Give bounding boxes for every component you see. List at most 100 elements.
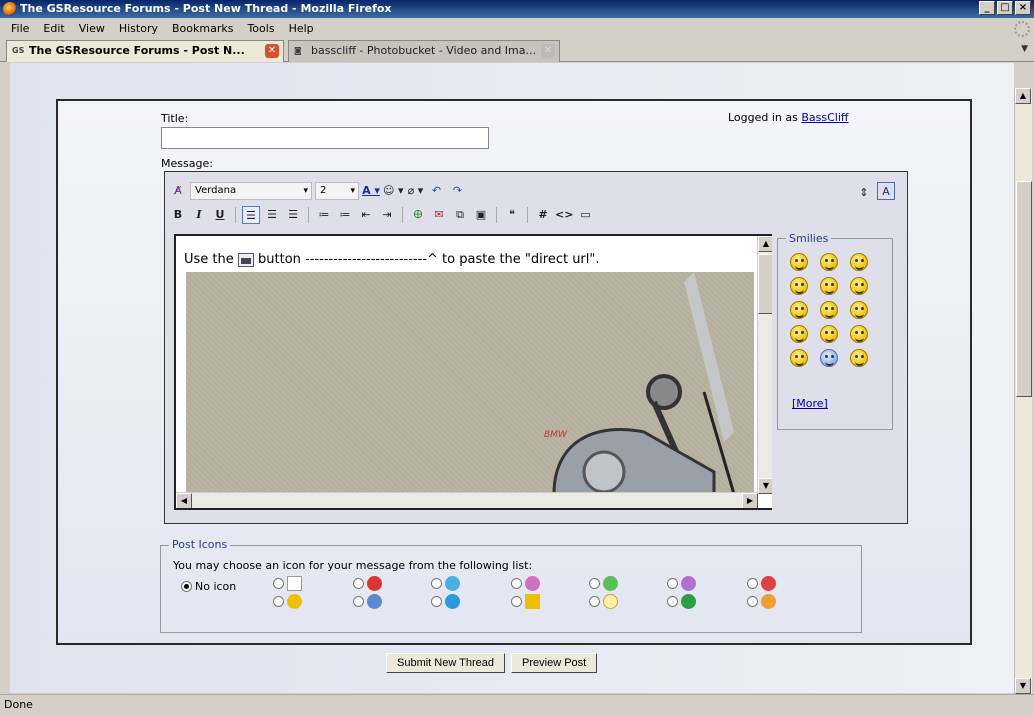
align-right-icon[interactable]: ☰ bbox=[284, 206, 302, 224]
smilies-grid bbox=[790, 253, 880, 367]
document-icon bbox=[287, 576, 302, 591]
scroll-thumb[interactable] bbox=[758, 254, 772, 314]
confused-icon[interactable] bbox=[820, 253, 838, 271]
tab-close-icon[interactable]: ✕ bbox=[265, 44, 279, 58]
insert-link-icon[interactable]: 🜨 bbox=[409, 206, 427, 224]
redo-icon[interactable]: ↷ bbox=[449, 182, 467, 200]
tab-photobucket[interactable]: ◙ basscliff - Photobucket - Video and Im… bbox=[288, 40, 560, 62]
smile-icon[interactable] bbox=[790, 253, 808, 271]
resize-arrows-icon[interactable]: ⇕ bbox=[855, 184, 873, 202]
tab-gsresource[interactable]: GS The GSResource Forums - Post N... ✕ bbox=[6, 40, 284, 62]
editor-horizontal-scrollbar[interactable]: ◀ ▶ bbox=[176, 492, 758, 508]
tab-close-icon[interactable]: ✕ bbox=[541, 44, 555, 58]
username-link[interactable]: BassCliff bbox=[801, 111, 848, 124]
post-icon-radio[interactable] bbox=[353, 578, 364, 589]
cool-blue-icon bbox=[367, 594, 382, 609]
indent-icon[interactable]: ⇥ bbox=[378, 206, 396, 224]
post-icon-radio[interactable] bbox=[431, 578, 442, 589]
menu-file[interactable]: File bbox=[4, 22, 36, 35]
minimize-button[interactable]: _ bbox=[979, 1, 995, 15]
sad-icon[interactable] bbox=[820, 301, 838, 319]
insert-image-icon[interactable]: ▣ bbox=[472, 206, 490, 224]
cool-icon[interactable] bbox=[850, 253, 868, 271]
menu-help[interactable]: Help bbox=[282, 22, 321, 35]
mad-icon[interactable] bbox=[850, 277, 868, 295]
more-smilies-link[interactable]: [More] bbox=[792, 397, 828, 410]
remove-format-icon[interactable]: A̸ bbox=[169, 182, 187, 200]
tongue-icon[interactable] bbox=[850, 301, 868, 319]
page-scroll-down-icon[interactable]: ▼ bbox=[1015, 678, 1031, 694]
menu-view[interactable]: View bbox=[72, 22, 112, 35]
preview-post-button[interactable]: Preview Post bbox=[511, 653, 598, 673]
html-code-icon[interactable]: <> bbox=[555, 206, 573, 224]
italic-button[interactable]: I bbox=[190, 206, 208, 224]
menu-bookmarks[interactable]: Bookmarks bbox=[165, 22, 240, 35]
menu-edit[interactable]: Edit bbox=[36, 22, 71, 35]
editor-vertical-scrollbar[interactable]: ▲ ▼ bbox=[757, 236, 772, 494]
post-icon-radio[interactable] bbox=[747, 578, 758, 589]
rolleyes-icon[interactable] bbox=[850, 325, 868, 343]
underline-button[interactable]: U bbox=[211, 206, 229, 224]
switch-mode-icon[interactable]: A bbox=[877, 182, 895, 200]
post-icon-radio[interactable] bbox=[667, 596, 678, 607]
post-icon-radio[interactable] bbox=[511, 596, 522, 607]
no-icon-option[interactable]: No icon bbox=[181, 580, 236, 593]
smilie-menu-icon[interactable]: ☺ ▾ bbox=[383, 182, 404, 200]
scroll-up-icon[interactable]: ▲ bbox=[758, 236, 772, 252]
bold-button[interactable]: B bbox=[169, 206, 187, 224]
ordered-list-icon[interactable]: ≔ bbox=[315, 206, 333, 224]
align-center-icon[interactable]: ☰ bbox=[263, 206, 281, 224]
font-color-icon[interactable]: A ▾ bbox=[362, 182, 380, 200]
scroll-left-icon[interactable]: ◀ bbox=[176, 493, 192, 508]
close-window-button[interactable]: × bbox=[1015, 1, 1031, 15]
title-input[interactable] bbox=[161, 127, 489, 149]
lightbulb-icon bbox=[603, 594, 618, 609]
attachment-icon[interactable]: ⌀ ▾ bbox=[407, 182, 425, 200]
scroll-right-icon[interactable]: ▶ bbox=[742, 493, 758, 508]
post-icon-radio[interactable] bbox=[589, 596, 600, 607]
post-icon-radio[interactable] bbox=[431, 596, 442, 607]
submit-thread-button[interactable]: Submit New Thread bbox=[386, 653, 506, 673]
maximize-button[interactable]: □ bbox=[997, 1, 1013, 15]
scroll-down-icon[interactable]: ▼ bbox=[758, 478, 772, 494]
outdent-icon[interactable]: ⇤ bbox=[357, 206, 375, 224]
post-icon-radio[interactable] bbox=[353, 596, 364, 607]
no-icon-radio[interactable] bbox=[181, 581, 192, 592]
quote-icon[interactable]: ❝ bbox=[503, 206, 521, 224]
php-code-icon[interactable]: ▭ bbox=[576, 206, 594, 224]
page-scroll-up-icon[interactable]: ▲ bbox=[1015, 88, 1031, 104]
arrow-icon[interactable] bbox=[850, 349, 868, 367]
font-select[interactable]: Verdana bbox=[190, 182, 312, 200]
size-select[interactable]: 2 bbox=[315, 182, 359, 200]
menu-tools[interactable]: Tools bbox=[240, 22, 281, 35]
eek-icon[interactable] bbox=[790, 301, 808, 319]
message-textarea[interactable]: Use the button -------------------------… bbox=[174, 234, 772, 510]
unlink-icon[interactable]: ⧉ bbox=[451, 206, 469, 224]
wysiwyg-editor: A̸ Verdana 2 A ▾ ☺ ▾ ⌀ ▾ ↶ ↷ ⇕ A B I U ☰… bbox=[164, 171, 908, 524]
grin-icon[interactable] bbox=[790, 277, 808, 295]
code-hash-icon[interactable]: # bbox=[534, 206, 552, 224]
globe-icon bbox=[603, 576, 618, 591]
unordered-list-icon[interactable]: ≔ bbox=[336, 206, 354, 224]
title-label: Title: bbox=[161, 112, 189, 125]
page-vertical-scrollbar[interactable]: ▲ ▼ bbox=[1014, 88, 1032, 694]
frown-icon[interactable] bbox=[820, 277, 838, 295]
post-icon-radio[interactable] bbox=[667, 578, 678, 589]
undo-icon[interactable]: ↶ bbox=[428, 182, 446, 200]
wink-icon[interactable] bbox=[790, 325, 808, 343]
redface-icon[interactable] bbox=[820, 325, 838, 343]
post-icon-radio[interactable] bbox=[273, 596, 284, 607]
form-buttons: Submit New Thread Preview Post bbox=[386, 653, 598, 673]
page-scroll-thumb[interactable] bbox=[1016, 181, 1032, 397]
tab-list-chevron-icon[interactable]: ▼ bbox=[1021, 44, 1028, 54]
window-title: The GSResource Forums - Post New Thread … bbox=[20, 2, 392, 15]
post-icon-radio[interactable] bbox=[511, 578, 522, 589]
post-icon-radio[interactable] bbox=[589, 578, 600, 589]
post-icon-radio[interactable] bbox=[273, 578, 284, 589]
menu-history[interactable]: History bbox=[112, 22, 165, 35]
align-left-icon[interactable]: ☰ bbox=[242, 206, 260, 224]
email-link-icon[interactable]: ✉ bbox=[430, 206, 448, 224]
cry-icon[interactable] bbox=[790, 349, 808, 367]
post-icon-radio[interactable] bbox=[747, 596, 758, 607]
question-icon[interactable] bbox=[820, 349, 838, 367]
